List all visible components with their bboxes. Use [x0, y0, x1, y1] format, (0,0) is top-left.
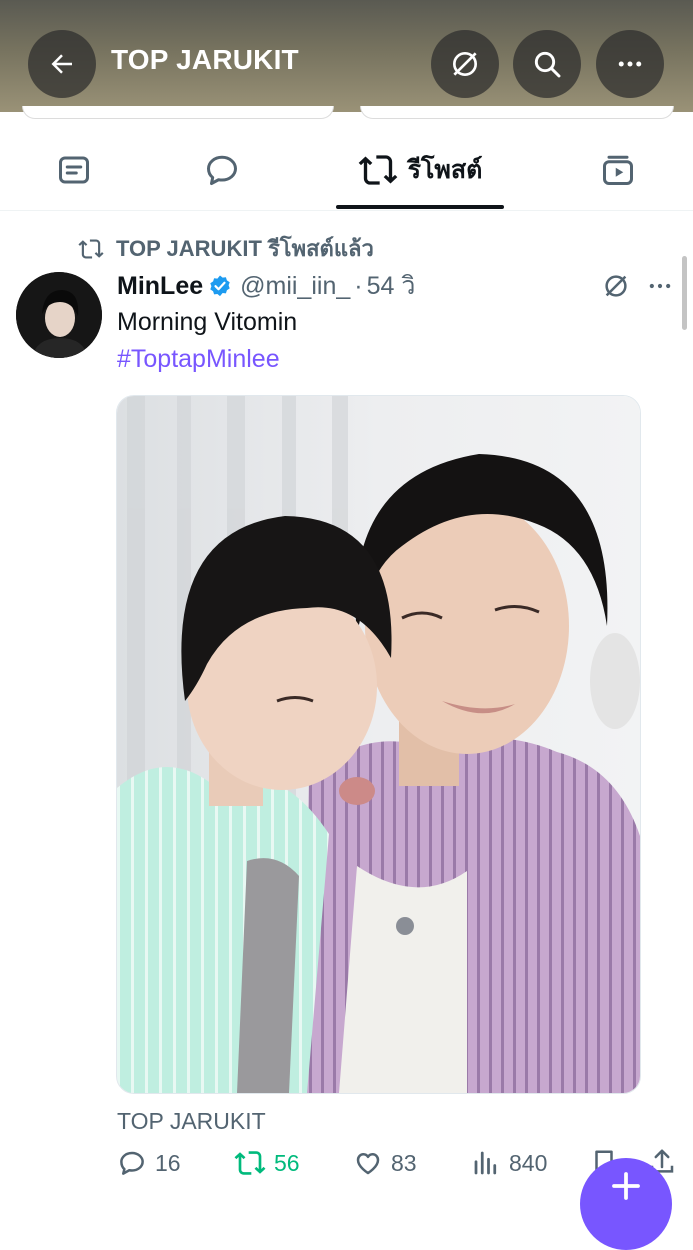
like-button[interactable]: 83 [353, 1145, 417, 1181]
repost-context-text: TOP JARUKIT รีโพสต์แล้ว [116, 236, 374, 261]
compose-button[interactable] [580, 1158, 672, 1250]
post-text: Morning Vitomin [117, 308, 298, 336]
profile-pill-left[interactable] [22, 106, 334, 119]
active-tab-indicator [336, 205, 504, 209]
views-button[interactable]: 840 [471, 1145, 547, 1181]
repost-icon [78, 238, 104, 259]
repost-count: 56 [274, 1149, 300, 1176]
profile-header: TOP JARUKIT [0, 0, 693, 112]
view-count: 840 [509, 1149, 548, 1176]
post-author-line: MinLee @mii_iin_ · 54 วิ [117, 268, 415, 304]
more-button[interactable] [596, 30, 664, 98]
post-time[interactable]: 54 วิ [367, 266, 416, 306]
replies-icon [207, 155, 237, 185]
grok-button[interactable] [431, 30, 499, 98]
media-tagged-user[interactable]: TOP JARUKIT [117, 1108, 266, 1135]
tab-replies[interactable] [188, 130, 256, 210]
repost-button[interactable]: 56 [234, 1145, 300, 1181]
tab-reposts-label: รีโพสต์ [407, 156, 483, 184]
avatar[interactable] [16, 272, 102, 358]
grok-icon [453, 52, 477, 76]
search-button[interactable] [513, 30, 581, 98]
scrollbar[interactable] [682, 256, 687, 330]
heart-icon [356, 1153, 380, 1175]
author-name[interactable]: MinLee [117, 272, 203, 301]
repost-icon [234, 1151, 266, 1175]
posts-icon [59, 156, 89, 184]
more-icon [618, 61, 642, 67]
dot-separator: · [354, 271, 363, 300]
repost-context[interactable]: TOP JARUKIT รีโพสต์แล้ว [78, 231, 374, 266]
profile-buttons-edge [0, 106, 693, 122]
profile-tabs: รีโพสต์ [0, 130, 693, 211]
search-icon [534, 51, 561, 78]
reply-button[interactable]: 16 [117, 1145, 181, 1181]
views-icon [474, 1151, 497, 1175]
back-button[interactable] [28, 30, 96, 98]
grok-icon[interactable] [601, 271, 631, 301]
post-hashtag[interactable]: #ToptapMinlee [117, 345, 280, 374]
page-title: TOP JARUKIT [111, 44, 299, 75]
post-media-image[interactable] [116, 395, 641, 1094]
plus-icon [612, 1172, 640, 1200]
reply-icon [120, 1151, 144, 1175]
reply-count: 16 [155, 1149, 181, 1176]
back-arrow-icon [51, 54, 72, 74]
like-count: 83 [391, 1149, 417, 1176]
tab-media[interactable] [584, 130, 652, 210]
tab-reposts[interactable]: รีโพสต์ [336, 130, 504, 210]
profile-pill-right[interactable] [360, 106, 674, 119]
verified-badge-icon [210, 275, 230, 297]
tab-posts[interactable] [40, 130, 108, 210]
media-icon [603, 155, 633, 185]
post-more-icon[interactable] [646, 272, 674, 300]
repost-icon [358, 155, 397, 185]
author-handle[interactable]: @mii_iin_ [240, 272, 350, 301]
